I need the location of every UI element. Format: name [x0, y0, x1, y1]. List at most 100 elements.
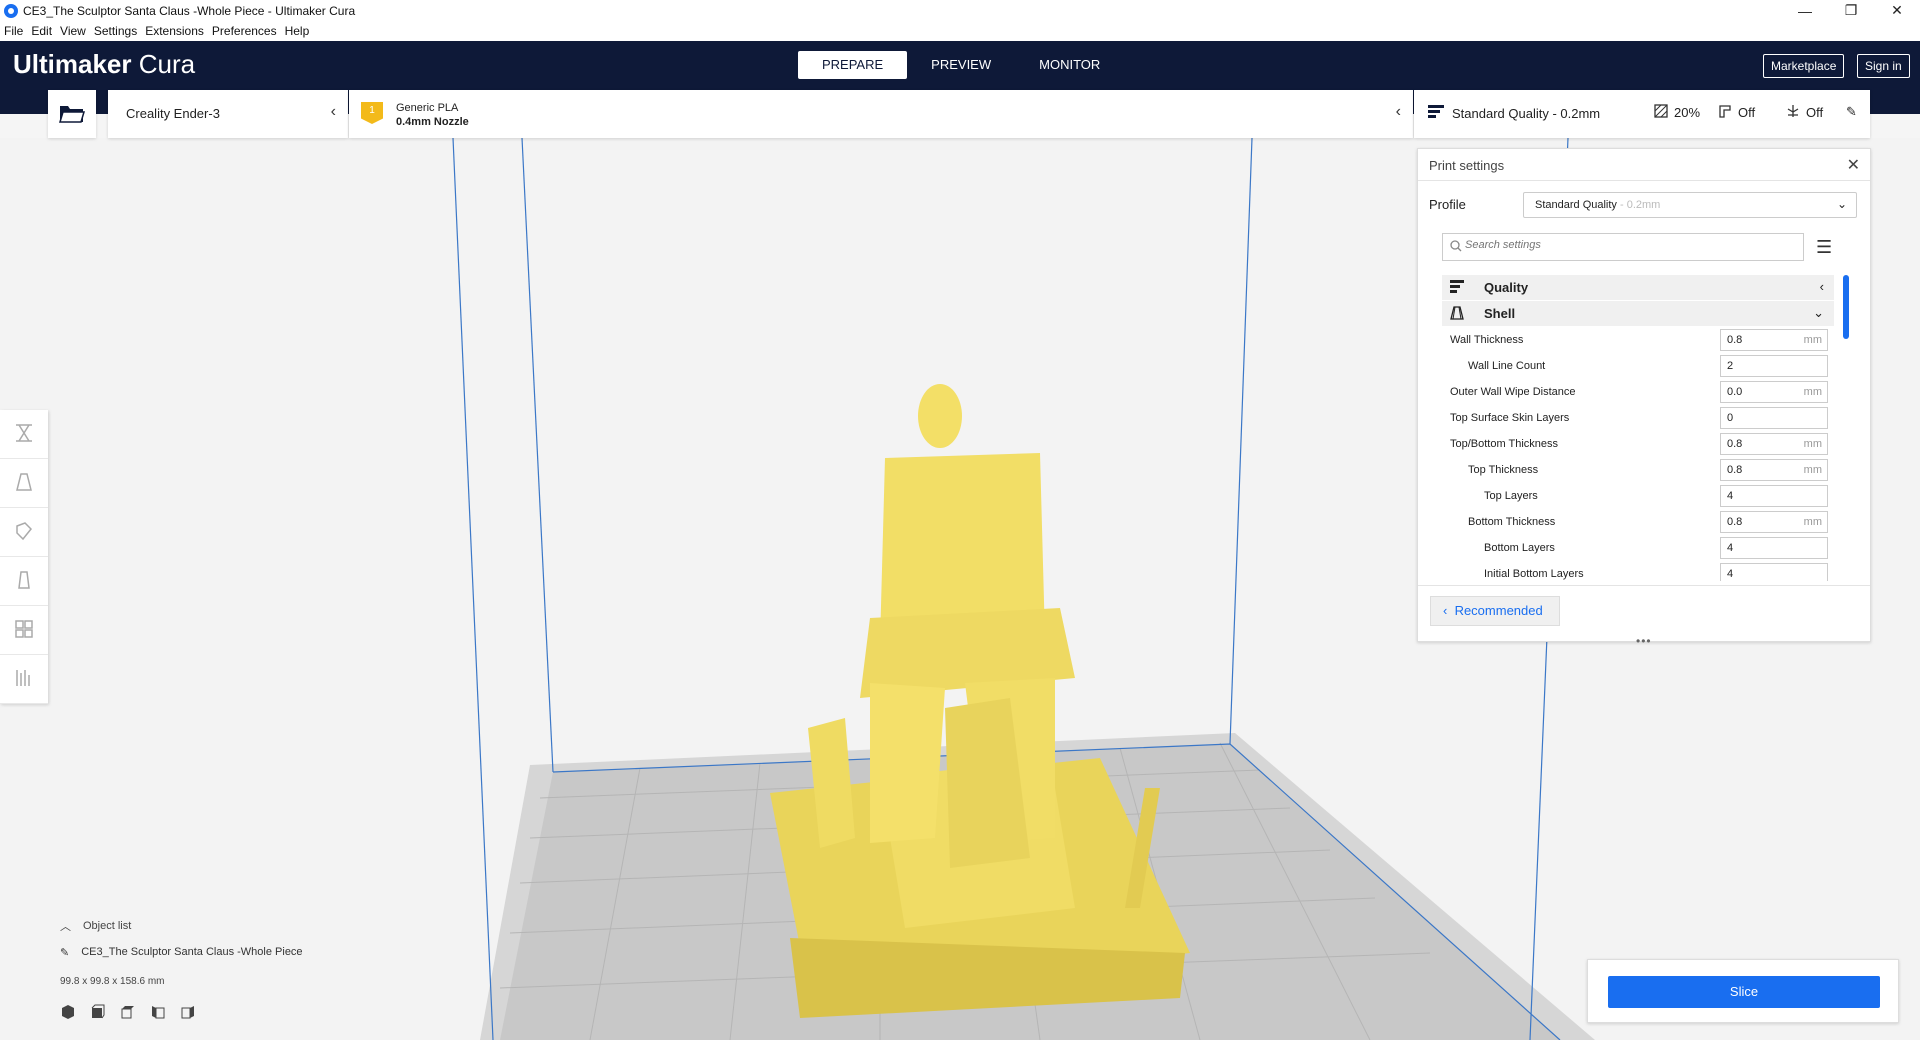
setting-input[interactable]: 4 — [1720, 537, 1828, 559]
profile-dropdown[interactable]: Standard Quality - 0.2mm ⌄ — [1523, 192, 1857, 218]
setting-input[interactable]: 0 — [1720, 407, 1828, 429]
profile-value: Standard Quality - 0.2mm — [1535, 199, 1661, 211]
model-left-leg — [870, 683, 945, 843]
scale-tool[interactable] — [0, 459, 48, 508]
menu-preferences[interactable]: Preferences — [208, 24, 281, 38]
setting-input[interactable]: 0.8 mm — [1720, 329, 1828, 351]
shell-icon — [1450, 306, 1464, 323]
setting-input[interactable]: 0.8 mm — [1720, 511, 1828, 533]
support-blocker-icon — [13, 667, 35, 692]
infill-icon — [1654, 104, 1668, 121]
extruder-badge: 1 — [361, 102, 383, 124]
adhesion-icon — [1786, 104, 1800, 121]
object-name-row: ✎ CE3_The Sculptor Santa Claus -Whole Pi… — [60, 946, 460, 959]
print-settings-panel: Print settings ✕ Profile Standard Qualit… — [1417, 148, 1871, 648]
menu-extensions[interactable]: Extensions — [141, 24, 208, 38]
chevron-down-icon: ⌄ — [1813, 305, 1824, 320]
search-input[interactable] — [1465, 239, 1765, 251]
setting-input[interactable]: 0.8 mm — [1720, 433, 1828, 455]
minimize-button[interactable]: — — [1782, 0, 1828, 21]
settings-visibility-menu-icon[interactable]: ☰ — [1816, 237, 1832, 258]
resize-grip-icon[interactable]: ••• — [1636, 634, 1652, 648]
print-settings-header: Print settings ✕ — [1418, 149, 1870, 181]
adhesion-indicator: Off — [1786, 104, 1823, 121]
material-name: Generic PLA — [396, 102, 459, 114]
setting-row: Wall Line Count 2 — [1442, 353, 1834, 379]
marketplace-button[interactable]: Marketplace — [1763, 54, 1845, 78]
category-shell[interactable]: Shell ⌄ — [1442, 301, 1834, 326]
chevron-down-icon: ⌄ — [1836, 197, 1847, 211]
recommended-button[interactable]: ‹ Recommended — [1430, 596, 1560, 626]
restore-button[interactable]: ❐ — [1828, 0, 1874, 21]
tab-preview[interactable]: PREVIEW — [907, 51, 1015, 79]
view-right-icon[interactable] — [180, 1004, 196, 1023]
close-icon[interactable]: ✕ — [1847, 155, 1860, 175]
object-list-label: Object list — [83, 920, 132, 932]
view-left-icon[interactable] — [150, 1004, 166, 1023]
infill-value: 20% — [1674, 105, 1701, 120]
setting-input[interactable]: 2 — [1720, 355, 1828, 377]
rotate-icon — [13, 520, 35, 545]
menu-edit[interactable]: Edit — [27, 24, 56, 38]
setting-label: Top Layers — [1484, 490, 1538, 502]
setting-row: Wall Thickness 0.8 mm — [1442, 327, 1834, 353]
menu-file[interactable]: File — [0, 24, 27, 38]
folder-icon — [58, 102, 86, 127]
action-panel: Slice — [1587, 959, 1899, 1023]
window-titlebar: CE3_The Sculptor Santa Claus -Whole Piec… — [0, 0, 1920, 21]
adhesion-value: Off — [1806, 105, 1824, 120]
chevron-up-icon: ︿ — [60, 921, 71, 933]
view-3d-icon[interactable] — [60, 1004, 76, 1023]
stage-tabs: PREPARE PREVIEW MONITOR — [798, 51, 1124, 79]
setting-input[interactable]: 4 — [1720, 563, 1828, 581]
setting-label: Bottom Layers — [1484, 542, 1555, 554]
per-model-settings-tool[interactable] — [0, 606, 48, 655]
infill-indicator: 20% — [1654, 104, 1700, 121]
slice-button[interactable]: Slice — [1608, 976, 1880, 1008]
move-icon — [13, 422, 35, 447]
setting-input[interactable]: 0.0 mm — [1720, 381, 1828, 403]
pencil-icon[interactable]: ✎ — [60, 946, 69, 959]
settings-scrollbar[interactable] — [1843, 275, 1849, 339]
search-icon — [1450, 240, 1462, 255]
chevron-left-icon: ‹ — [330, 103, 336, 120]
printer-selector[interactable]: Creality Ender-3 ‹ — [108, 90, 348, 138]
object-list-panel: ︿ Object list ✎ CE3_The Sculptor Santa C… — [60, 918, 303, 1019]
tab-monitor[interactable]: MONITOR — [1015, 51, 1124, 79]
per-model-settings-icon — [13, 618, 35, 643]
mirror-icon — [13, 569, 35, 594]
tab-prepare[interactable]: PREPARE — [798, 51, 908, 79]
category-quality[interactable]: Quality ‹ — [1442, 275, 1834, 300]
settings-list: Quality ‹ Shell ⌄ Wall Thickness 0.8 mm W… — [1442, 275, 1834, 581]
profile-label: Profile — [1429, 197, 1466, 212]
quality-icon — [1450, 280, 1464, 297]
setting-input[interactable]: 0.8 mm — [1720, 459, 1828, 481]
brand-logo: Ultimaker Cura — [13, 49, 196, 79]
material-nozzle-selector[interactable]: 1 Generic PLA 0.4mm Nozzle ‹ — [349, 90, 1413, 138]
setting-input[interactable]: 4 — [1720, 485, 1828, 507]
print-settings-selector[interactable]: Standard Quality - 0.2mm 20% Off Off ✎ — [1414, 90, 1870, 138]
setting-label: Bottom Thickness — [1468, 516, 1556, 528]
support-blocker-tool[interactable] — [0, 655, 48, 704]
menu-view[interactable]: View — [56, 24, 90, 38]
mirror-tool[interactable] — [0, 557, 48, 606]
object-name: CE3_The Sculptor Santa Claus -Whole Piec… — [81, 946, 303, 958]
setting-row: Bottom Thickness 0.8 mm — [1442, 509, 1834, 535]
view-top-icon[interactable] — [120, 1004, 136, 1023]
move-tool[interactable] — [0, 410, 48, 459]
view-front-icon[interactable] — [90, 1004, 106, 1023]
search-settings-field[interactable] — [1442, 233, 1804, 261]
object-list-toggle[interactable]: ︿ Object list — [60, 918, 131, 934]
sign-in-button[interactable]: Sign in — [1857, 54, 1910, 78]
chevron-left-icon: ‹ — [1819, 279, 1824, 294]
chevron-left-icon: ‹ — [1395, 103, 1401, 120]
menu-settings[interactable]: Settings — [90, 24, 141, 38]
rotate-tool[interactable] — [0, 508, 48, 557]
close-button[interactable]: ✕ — [1874, 0, 1920, 21]
open-file-button[interactable] — [48, 90, 96, 138]
printer-name: Creality Ender-3 — [126, 106, 220, 121]
menu-help[interactable]: Help — [281, 24, 314, 38]
left-tool-panel — [0, 410, 48, 704]
support-indicator: Off — [1718, 104, 1755, 121]
pencil-icon[interactable]: ✎ — [1846, 104, 1857, 120]
